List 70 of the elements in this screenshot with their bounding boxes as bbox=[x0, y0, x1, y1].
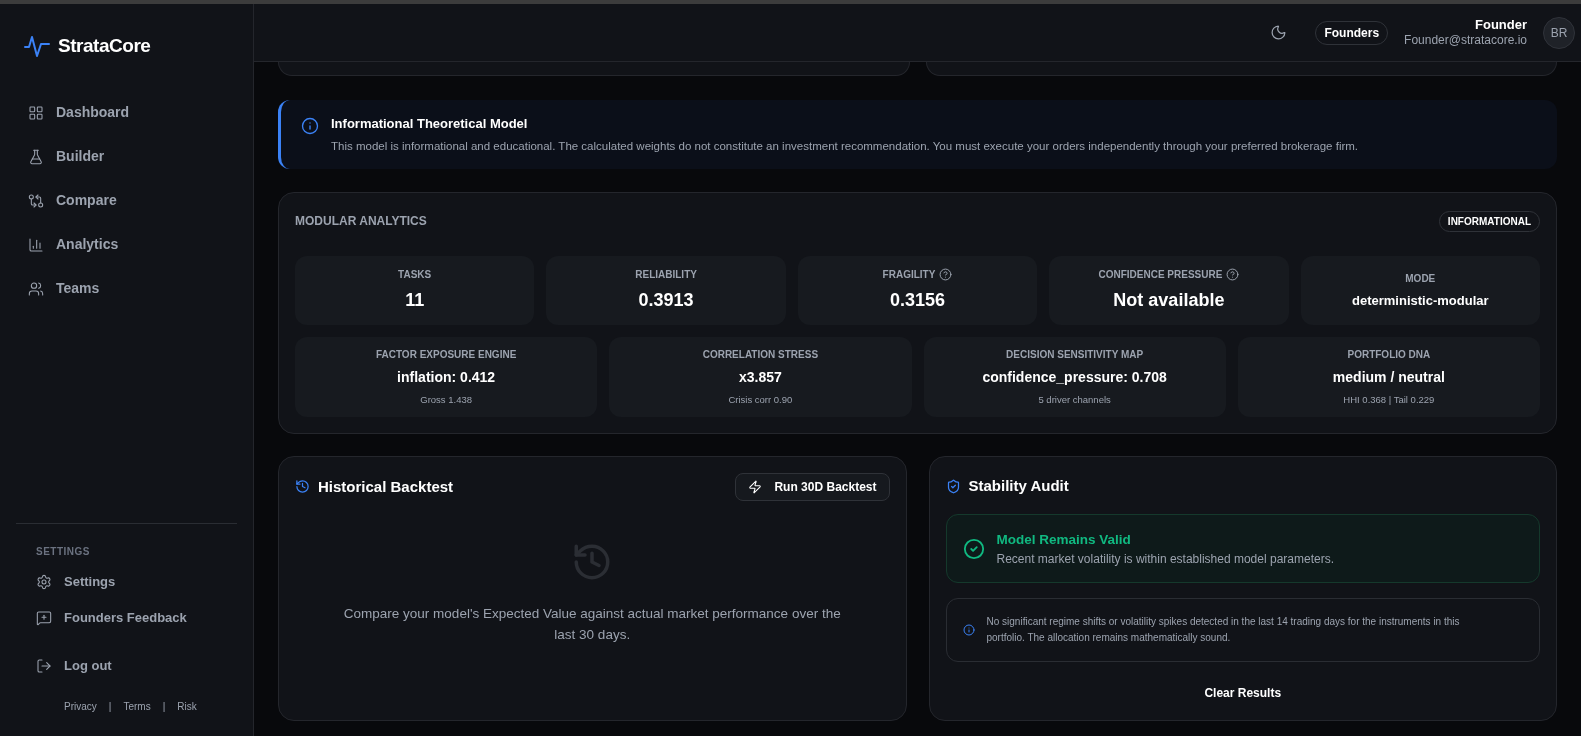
note-text: No significant regime shifts or volatility spikes detected in the last 14 trading days for the instruments in this portfolio. The allocation remains mathematically sound. bbox=[986, 615, 1461, 646]
metric-label: MODE bbox=[1405, 271, 1436, 286]
footer-link[interactable]: Privacy bbox=[64, 699, 97, 714]
panel-title: MODULAR ANALYTICS bbox=[295, 213, 427, 231]
metric-label: CORRELATION STRESS bbox=[702, 347, 819, 362]
nav-item[interactable]: Compare bbox=[28, 188, 225, 213]
shield-check-icon bbox=[945, 478, 961, 494]
moon-icon bbox=[1270, 24, 1288, 41]
metric-label: FACTOR EXPOSURE ENGINE bbox=[375, 347, 517, 362]
pulse-logo-icon bbox=[24, 34, 50, 59]
status-text: Recent market volatility is within established model parameters. bbox=[996, 550, 1334, 568]
info-icon bbox=[301, 117, 319, 135]
metric-detail: 5 driver channels bbox=[1038, 392, 1111, 407]
users-icon bbox=[28, 280, 44, 297]
logout-icon bbox=[36, 658, 52, 674]
metric-value: 0.3156 bbox=[889, 288, 945, 312]
metric-detail: Gross 1.438 bbox=[420, 392, 472, 407]
clear-results-button[interactable]: Clear Results bbox=[1192, 680, 1294, 707]
metric-label: TASKS bbox=[398, 267, 432, 282]
nav-item[interactable]: Dashboard bbox=[28, 100, 225, 125]
metric-label: RELIABILITY bbox=[635, 267, 697, 282]
metric-detail: HHI 0.368 | Tail 0.229 bbox=[1343, 392, 1435, 407]
metric-value: 11 bbox=[405, 288, 425, 312]
help-icon[interactable] bbox=[939, 267, 953, 281]
nav-item[interactable]: Founders Feedback bbox=[36, 607, 217, 629]
metric-value: inflation: 0.412 bbox=[397, 367, 496, 387]
metric-detail: Crisis corr 0.90 bbox=[728, 392, 793, 407]
metric-label: FRAGILITY bbox=[882, 267, 936, 282]
user-avatar[interactable]: BR bbox=[1543, 16, 1575, 49]
metric-value: medium / neutral bbox=[1332, 367, 1445, 387]
card-title: Stability Audit bbox=[968, 475, 1069, 496]
card-title: Historical Backtest bbox=[318, 476, 454, 497]
user-email: Founder@stratacore.io bbox=[1404, 33, 1527, 49]
separator: | bbox=[108, 700, 112, 714]
flask-icon bbox=[28, 148, 44, 165]
history-icon bbox=[295, 479, 310, 495]
section-heading: SETTINGS bbox=[36, 545, 91, 559]
theme-toggle[interactable] bbox=[1270, 24, 1288, 41]
nav-item[interactable]: Teams bbox=[28, 276, 225, 301]
separator: | bbox=[162, 700, 166, 714]
logout-link[interactable]: Log out bbox=[36, 655, 217, 677]
user-name: Founder bbox=[1475, 16, 1527, 34]
bar-chart-icon bbox=[28, 236, 44, 253]
status-title: Model Remains Valid bbox=[996, 530, 1132, 549]
metric-label: PORTFOLIO DNA bbox=[1347, 347, 1431, 362]
compare-icon bbox=[28, 192, 44, 209]
notice-text: This model is informational and educational. The calculated weights do not constitute an investment recommendation. You must execute your orders independently through your preferred brokerage firm. bbox=[331, 138, 1359, 154]
check-circle-icon bbox=[962, 537, 985, 560]
metric-value: Not available bbox=[1113, 288, 1225, 312]
metric-value: x3.857 bbox=[738, 367, 782, 387]
metric-value: 0.3913 bbox=[638, 288, 694, 312]
nav-item[interactable]: Builder bbox=[28, 144, 225, 169]
footer-link[interactable]: Terms bbox=[123, 699, 151, 714]
message-plus-icon bbox=[36, 610, 52, 626]
run-backtest-button[interactable]: Run 30D Backtest bbox=[735, 472, 890, 501]
notice-title: Informational Theoretical Model bbox=[331, 115, 529, 133]
metric-value: confidence_pressure: 0.708 bbox=[982, 367, 1167, 387]
settings-icon bbox=[36, 574, 52, 590]
nav-item[interactable]: Settings bbox=[36, 571, 217, 593]
metric-label: DECISION SENSITIVITY MAP bbox=[1006, 347, 1144, 362]
metric-label: CONFIDENCE PRESSURE bbox=[1098, 267, 1223, 282]
empty-state-text: Compare your model's Expected Value against actual market performance over the last 30 days. bbox=[342, 604, 842, 644]
dashboard-icon bbox=[28, 104, 44, 121]
info-icon bbox=[962, 624, 975, 637]
lightning-icon bbox=[748, 479, 763, 494]
brand-name: StrataCore bbox=[58, 34, 151, 58]
metric-value: deterministic-modular bbox=[1352, 291, 1489, 310]
footer-link[interactable]: Risk bbox=[177, 699, 197, 714]
nav-item[interactable]: Analytics bbox=[28, 232, 225, 257]
help-icon[interactable] bbox=[1226, 267, 1240, 281]
